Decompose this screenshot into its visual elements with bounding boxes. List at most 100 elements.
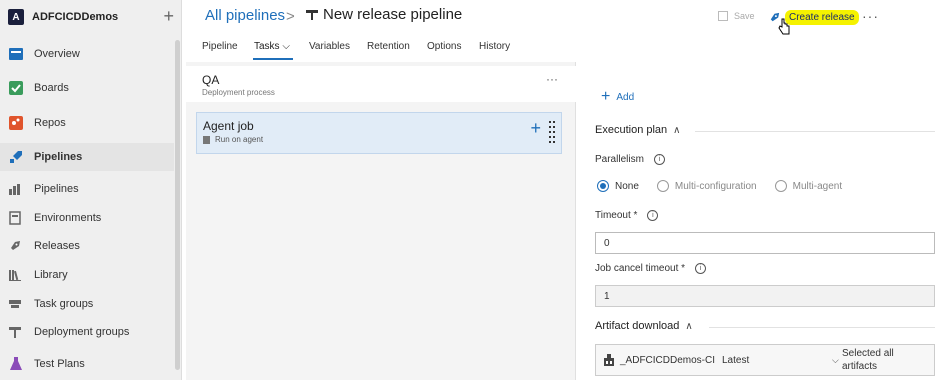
sidebar-item-label: Pipelines xyxy=(34,151,83,163)
hand-cursor-icon xyxy=(777,18,791,36)
job-cancel-timeout-label-text: Job cancel timeout * xyxy=(595,263,686,274)
breadcrumb-all-pipelines[interactable]: All pipelines xyxy=(205,7,285,24)
org-avatar: A xyxy=(8,9,24,25)
tab-retention[interactable]: Retention xyxy=(367,41,410,52)
agent-job-card[interactable]: Agent job Run on agent + xyxy=(196,112,562,154)
stage-header[interactable]: QA Deployment process ··· xyxy=(186,66,576,102)
page-header: All pipelines > New release pipeline Sav… xyxy=(182,0,936,36)
add-task-icon[interactable]: + xyxy=(530,119,541,137)
sidebar-item-deployment-groups[interactable]: Deployment groups xyxy=(0,318,174,346)
more-actions-icon[interactable]: ··· xyxy=(862,8,879,24)
execution-plan-header[interactable]: Execution plan ∧ xyxy=(595,124,681,136)
job-properties-panel: + Add Execution plan ∧ Parallelism i Non… xyxy=(577,62,936,380)
sidebar-item-label: Releases xyxy=(34,240,80,252)
save-icon xyxy=(718,11,728,21)
sidebar: A ADFCICDDemos + Overview Boards Repos P… xyxy=(0,0,182,380)
tab-history[interactable]: History xyxy=(479,41,510,52)
tab-pipeline[interactable]: Pipeline xyxy=(202,41,238,52)
radio-none[interactable]: None xyxy=(597,180,639,192)
artifact-row[interactable]: _ADFCICDDemos-CI Latest ⌵ Selected all a… xyxy=(595,344,935,376)
section-divider xyxy=(709,327,935,328)
pipelines-sub-icon xyxy=(8,182,22,196)
radio-button[interactable] xyxy=(656,180,669,192)
add-icon[interactable]: + xyxy=(163,6,174,26)
active-tab-indicator xyxy=(253,58,293,60)
job-cancel-timeout-label: Job cancel timeout * i xyxy=(595,263,707,274)
section-divider xyxy=(695,131,935,132)
tab-options[interactable]: Options xyxy=(427,41,461,52)
build-artifact-icon xyxy=(602,353,616,367)
sidebar-item-label: Overview xyxy=(34,48,80,60)
library-icon xyxy=(8,268,22,282)
drag-handle-icon[interactable] xyxy=(549,121,555,143)
sidebar-scrollbar[interactable] xyxy=(175,40,180,370)
org-header[interactable]: A ADFCICDDemos + xyxy=(8,6,182,28)
sidebar-item-boards[interactable]: Boards xyxy=(0,74,174,102)
job-cancel-timeout-input[interactable]: 1 xyxy=(595,285,935,307)
tab-variables[interactable]: Variables xyxy=(309,41,350,52)
execution-plan-title: Execution plan xyxy=(595,124,668,136)
stage-subtitle: Deployment process xyxy=(202,88,275,97)
sidebar-item-repos[interactable]: Repos xyxy=(0,109,174,137)
radio-label: None xyxy=(615,180,639,192)
task-groups-icon xyxy=(8,297,22,311)
boards-icon xyxy=(8,80,24,96)
stage-name: QA xyxy=(202,73,220,87)
job-subtitle-text: Run on agent xyxy=(215,135,264,144)
add-label: Add xyxy=(616,91,635,103)
sidebar-item-environments[interactable]: Environments xyxy=(0,204,174,232)
stage-panel: QA Deployment process ··· Agent job Run … xyxy=(186,62,576,380)
info-icon[interactable]: i xyxy=(695,263,707,274)
add-button[interactable]: + Add xyxy=(601,88,635,105)
timeout-label-text: Timeout * xyxy=(595,210,638,221)
page-title[interactable]: New release pipeline xyxy=(323,6,462,23)
test-plans-icon xyxy=(8,356,24,372)
tab-bar: Pipeline Tasks ⌵ Variables Retention Opt… xyxy=(182,36,936,62)
chevron-down-icon[interactable]: ⌵ xyxy=(832,355,839,366)
breadcrumb-separator: > xyxy=(286,8,295,25)
overview-icon xyxy=(8,46,24,62)
release-pipeline-icon xyxy=(306,9,318,21)
sidebar-item-library[interactable]: Library xyxy=(0,261,174,289)
tab-tasks[interactable]: Tasks ⌵ xyxy=(254,41,290,52)
sidebar-item-label: Repos xyxy=(34,117,66,129)
sidebar-item-pipelines[interactable]: Pipelines xyxy=(0,175,174,203)
job-subtitle: Run on agent xyxy=(203,135,263,144)
environments-icon xyxy=(8,211,22,225)
sidebar-item-label: Deployment groups xyxy=(34,326,130,338)
sidebar-item-releases[interactable]: Releases xyxy=(0,232,174,260)
create-release-label: Create release xyxy=(785,9,859,25)
timeout-input[interactable]: 0 xyxy=(595,232,935,254)
save-button[interactable]: Save xyxy=(718,11,755,21)
radio-label: Multi-configuration xyxy=(674,180,757,192)
sidebar-item-pipelines-section[interactable]: Pipelines xyxy=(0,143,174,171)
sidebar-item-test-plans[interactable]: Test Plans xyxy=(0,350,174,378)
deployment-groups-icon xyxy=(8,325,22,339)
artifact-selection-dropdown[interactable]: Selected all artifacts xyxy=(842,347,922,373)
parallelism-label: Parallelism i xyxy=(595,154,665,165)
timeout-label: Timeout * i xyxy=(595,210,659,221)
sidebar-item-label: Test Plans xyxy=(34,358,85,370)
sidebar-item-overview[interactable]: Overview xyxy=(0,40,174,68)
chevron-up-icon: ∧ xyxy=(685,320,693,332)
plus-icon: + xyxy=(601,88,611,105)
radio-button[interactable] xyxy=(774,180,787,192)
sidebar-item-task-groups[interactable]: Task groups xyxy=(0,290,174,318)
radio-multi-configuration[interactable]: Multi-configuration xyxy=(656,180,757,192)
parallelism-label-text: Parallelism xyxy=(595,154,644,165)
artifact-version: Latest xyxy=(722,354,750,366)
sidebar-item-label: Pipelines xyxy=(34,183,79,195)
repos-icon xyxy=(8,115,24,131)
info-icon[interactable]: i xyxy=(647,210,659,221)
sidebar-item-label: Boards xyxy=(34,82,69,94)
radio-multi-agent[interactable]: Multi-agent xyxy=(774,180,842,192)
radio-button-selected[interactable] xyxy=(597,180,609,192)
chevron-up-icon: ∧ xyxy=(673,124,681,136)
org-name[interactable]: ADFCICDDemos xyxy=(32,11,118,23)
sidebar-item-label: Environments xyxy=(34,212,102,224)
info-icon[interactable]: i xyxy=(653,154,665,165)
sidebar-item-label: Task groups xyxy=(34,298,94,310)
artifact-download-header[interactable]: Artifact download ∧ xyxy=(595,320,693,332)
save-label: Save xyxy=(734,11,755,21)
stage-more-icon[interactable]: ··· xyxy=(546,72,558,86)
